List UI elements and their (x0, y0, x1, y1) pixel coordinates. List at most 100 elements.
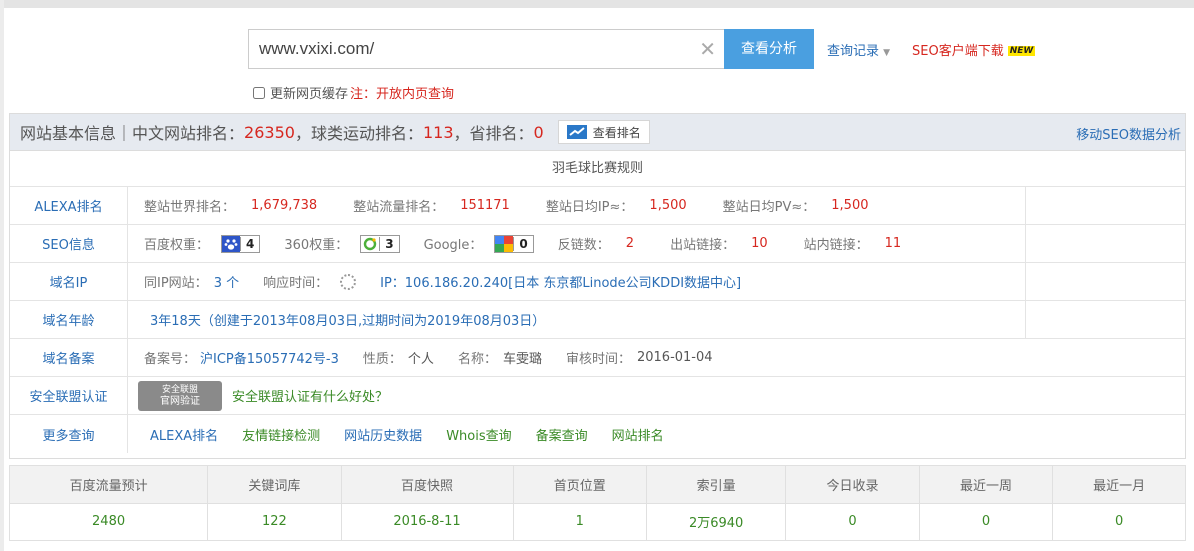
360-weight-value: 3 (379, 236, 398, 251)
stats-header: 百度流量预计 (10, 466, 209, 503)
domain-ip-values: 同IP网站： 3 个 响应时间： IP：106.186.20.240[日本 东京… (128, 263, 1185, 300)
url-input[interactable] (249, 30, 679, 68)
baidu-paw-icon (222, 235, 241, 252)
traffic-rank-label: 整站流量排名： (353, 200, 445, 215)
domain-ip-label[interactable]: 域名IP (10, 263, 128, 300)
link-beian-query[interactable]: 备案查询 (536, 425, 588, 444)
prov-rank-label: ，省排名： (453, 124, 534, 143)
ball-rank-label: ，球类运动排名： (294, 124, 423, 143)
alexa-label[interactable]: ALEXA排名 (10, 187, 128, 224)
trend-chart-icon (566, 125, 587, 139)
stats-header: 首页位置 (513, 466, 647, 503)
google-pr-value: 0 (513, 236, 532, 251)
google-label: Google： (423, 238, 483, 253)
stats-cell[interactable]: 2480 (10, 502, 209, 540)
link-alexa-rank[interactable]: ALEXA排名 (150, 425, 218, 444)
stats-cell[interactable]: 122 (207, 502, 342, 540)
mobile-seo-link[interactable]: 移动SEO数据分析 (1076, 124, 1181, 143)
stats-cell[interactable]: 0 (919, 502, 1054, 540)
link-history-data[interactable]: 网站历史数据 (344, 425, 422, 444)
baidu-stats-table: 百度流量预计 关键词库 百度快照 首页位置 索引量 今日收录 最近一周 最近一月… (9, 465, 1186, 541)
domain-age-text[interactable]: 3年18天（创建于2013年08月03日,过期时间为2019年08月03日） (150, 310, 545, 329)
search-box[interactable]: ✕ (248, 29, 725, 69)
stats-header: 最近一月 (1052, 466, 1185, 503)
beian-label[interactable]: 域名备案 (10, 339, 128, 376)
stats-header: 最近一周 (919, 466, 1054, 503)
seal-top-text: 安全联盟 (161, 384, 198, 395)
site-title: 羽毛球比赛规则 (10, 151, 1185, 187)
360-weight-label: 360权重： (284, 238, 349, 253)
stats-cell[interactable]: 2016-8-11 (341, 502, 514, 540)
nature-value: 个人 (407, 352, 434, 367)
stats-cell[interactable]: 0 (785, 502, 920, 540)
stats-cell[interactable]: 0 (1052, 502, 1185, 540)
domain-age-values: 3年18天（创建于2013年08月03日,过期时间为2019年08月03日） (128, 301, 1185, 338)
ball-rank-value: 113 (422, 122, 454, 142)
360-logo-icon (361, 236, 379, 252)
google-pr-badge[interactable]: 0 (494, 234, 534, 253)
response-time-label: 响应时间： (263, 276, 329, 291)
more-query-label[interactable]: 更多查询 (10, 415, 128, 453)
daily-pv-value: 1,500 (831, 198, 869, 213)
link-site-rank[interactable]: 网站排名 (612, 425, 664, 444)
cache-option: 更新网页缓存 注：开放内页查询 (253, 83, 454, 102)
security-row: 安全联盟认证 安全联盟 官网验证 安全联盟认证有什么好处？ (10, 377, 1185, 415)
daily-pv-label: 整站日均PV≈： (722, 200, 816, 215)
loading-spinner-icon (340, 273, 357, 290)
update-cache-checkbox[interactable] (253, 86, 265, 99)
ip-address-link[interactable]: IP：106.186.20.240[日本 东京都Linode公司KDDI数据中心… (380, 272, 741, 291)
analyze-button[interactable]: 查看分析 (724, 29, 814, 69)
name-label: 名称： (457, 352, 497, 367)
seo-row: SEO信息 百度权重： 4 360权重： 3 Google： 0 反链数： 2 (10, 225, 1185, 263)
link-whois[interactable]: Whois查询 (446, 425, 511, 444)
security-benefit-link[interactable]: 安全联盟认证有什么好处？ (232, 386, 388, 405)
same-ip-value[interactable]: 3 个 (214, 272, 239, 291)
clear-icon[interactable]: ✕ (699, 37, 716, 61)
stats-cell[interactable]: 1 (513, 502, 647, 540)
world-rank-value: 1,679,738 (251, 198, 318, 213)
outlinks-label: 出站链接： (670, 238, 736, 253)
outlinks-value[interactable]: 10 (751, 236, 768, 251)
link-friend-check[interactable]: 友情链接检测 (242, 425, 320, 444)
stats-header: 百度快照 (341, 466, 514, 503)
audit-date-value: 2016-01-04 (636, 350, 713, 365)
view-rank-button[interactable]: 查看排名 (557, 120, 650, 144)
cn-rank-value: 26350 (244, 122, 295, 142)
seo-client-download-link[interactable]: SEO客户端下载 NEW (912, 40, 1036, 59)
name-value: 车雯璐 (502, 352, 542, 367)
panel-title: 网站基本信息 (20, 124, 117, 143)
nature-label: 性质： (362, 352, 402, 367)
audit-date-label: 审核时间： (565, 352, 631, 367)
inlinks-value[interactable]: 11 (885, 236, 902, 251)
seo-client-label: SEO客户端下载 (912, 44, 1004, 59)
google-logo-icon (495, 235, 514, 252)
security-seal-badge[interactable]: 安全联盟 官网验证 (138, 380, 222, 411)
site-info-panel: 网站基本信息 ｜中文网站排名： 26350 ，球类运动排名： 113 ，省排名：… (9, 113, 1186, 459)
domain-age-label[interactable]: 域名年龄 (10, 301, 128, 338)
cache-note: 注：开放内页查询 (350, 87, 455, 102)
new-badge: NEW (1007, 46, 1036, 56)
backlinks-label: 反链数： (557, 238, 610, 253)
seo-values: 百度权重： 4 360权重： 3 Google： 0 反链数： 2 出站链接： 10… (128, 225, 1185, 262)
baidu-weight-badge[interactable]: 4 (221, 234, 261, 253)
prov-rank-value: 0 (533, 122, 544, 142)
alexa-row: ALEXA排名 整站世界排名： 1,679,738 整站流量排名： 151171 整… (10, 187, 1185, 225)
more-query-links: ALEXA排名 友情链接检测 网站历史数据 Whois查询 备案查询 网站排名 (128, 415, 1185, 453)
beian-no-value[interactable]: 沪ICP备15057742号-3 (200, 348, 339, 367)
backlinks-value[interactable]: 2 (626, 236, 634, 251)
beian-values: 备案号： 沪ICP备15057742号-3 性质： 个人 名称： 车雯璐 审核时… (128, 339, 1185, 376)
query-history-label: 查询记录 (827, 44, 880, 59)
security-values: 安全联盟 官网验证 安全联盟认证有什么好处？ (128, 377, 1185, 414)
column-divider (1025, 187, 1026, 339)
stats-cell[interactable]: 2万6940 (646, 502, 787, 540)
stats-value-row: 2480 122 2016-8-11 1 2万6940 0 0 0 (10, 502, 1185, 540)
same-ip-label: 同IP网站： (144, 276, 208, 291)
query-history-dropdown[interactable]: 查询记录 ▼ (827, 40, 890, 59)
360-weight-badge[interactable]: 3 (360, 234, 400, 253)
seo-label[interactable]: SEO信息 (10, 225, 128, 262)
cache-label: 更新网页缓存 (270, 87, 349, 102)
domain-ip-row: 域名IP 同IP网站： 3 个 响应时间： IP：106.186.20.240[… (10, 263, 1185, 301)
security-label[interactable]: 安全联盟认证 (10, 377, 128, 414)
panel-header: 网站基本信息 ｜中文网站排名： 26350 ，球类运动排名： 113 ，省排名：… (10, 113, 1185, 151)
more-query-row: 更多查询 ALEXA排名 友情链接检测 网站历史数据 Whois查询 备案查询 … (10, 415, 1185, 453)
